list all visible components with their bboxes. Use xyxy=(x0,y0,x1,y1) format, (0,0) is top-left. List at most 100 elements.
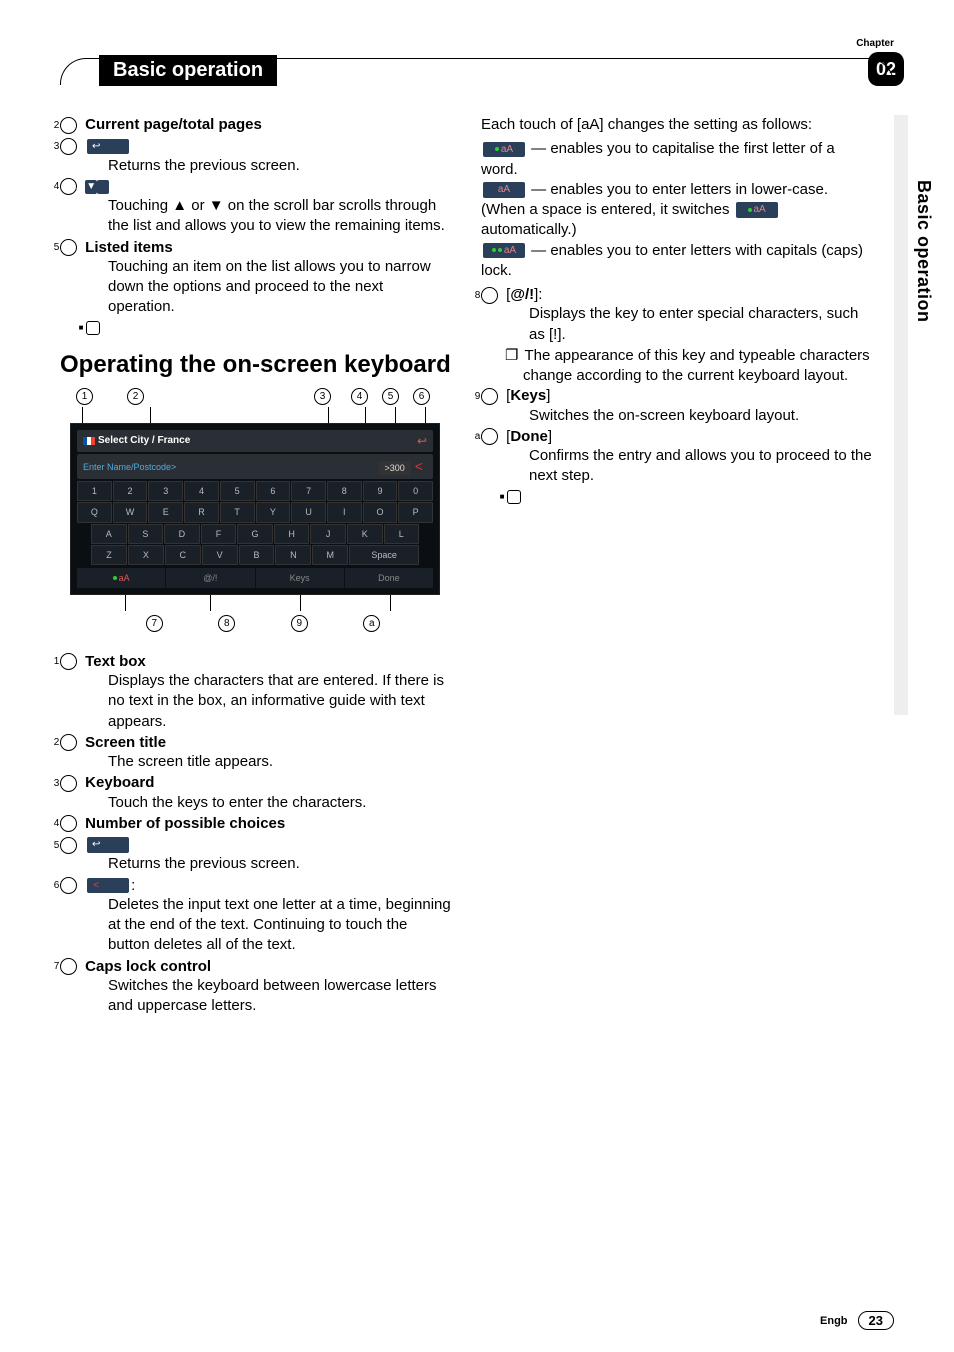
kb-key[interactable]: A xyxy=(91,524,127,544)
kb-key[interactable]: W xyxy=(113,502,148,522)
kb-key[interactable]: 6 xyxy=(256,481,291,501)
kb-done-key[interactable]: Done xyxy=(345,568,433,588)
caps-mode-icon: aA xyxy=(736,202,778,218)
kb-key[interactable]: 2 xyxy=(113,481,148,501)
kb-caps-key[interactable]: aA xyxy=(77,568,165,588)
back-icon: ↩ xyxy=(417,433,427,449)
keyboard-bottom-row: aA @/! Keys Done xyxy=(77,568,433,588)
keyboard-screenshot: 1 2 3 4 5 6 Se xyxy=(70,388,440,632)
callout-number: 6 xyxy=(60,877,77,894)
callout-number: 5 xyxy=(60,239,77,256)
text-input-placeholder: Enter Name/Postcode> xyxy=(83,461,176,473)
item-body: Displays the key to enter special charac… xyxy=(505,304,874,345)
kb-key[interactable]: N xyxy=(275,545,311,565)
footer-language: Engb xyxy=(820,1315,848,1327)
list-item: 4 Number of possible choices xyxy=(60,814,453,834)
list-item: a [Done] Confirms the entry and allows y… xyxy=(481,427,874,507)
kb-key[interactable]: C xyxy=(165,545,201,565)
kb-key[interactable]: 8 xyxy=(327,481,362,501)
caps-mode-icon: aA xyxy=(483,243,525,259)
kb-key[interactable]: D xyxy=(164,524,200,544)
kb-key[interactable]: X xyxy=(128,545,164,565)
callout-number: 8 xyxy=(218,615,235,632)
callout-number: 3 xyxy=(314,388,331,405)
callout-number: 2 xyxy=(60,734,77,751)
callout-number: 7 xyxy=(60,958,77,975)
kb-key[interactable]: M xyxy=(312,545,348,565)
kb-key[interactable]: 0 xyxy=(398,481,433,501)
kb-key[interactable]: I xyxy=(327,502,362,522)
kb-key[interactable]: T xyxy=(220,502,255,522)
kb-key[interactable]: 1 xyxy=(77,481,112,501)
back-icon: ↩ xyxy=(87,139,129,155)
list-item: 5 Listed items Touching an item on the l… xyxy=(60,238,453,338)
kb-key[interactable]: H xyxy=(274,524,310,544)
side-tab-label: Basic operation xyxy=(913,180,934,323)
kb-key[interactable]: P xyxy=(398,502,433,522)
kb-key[interactable]: J xyxy=(310,524,346,544)
kb-key[interactable]: R xyxy=(184,502,219,522)
kb-space-key[interactable]: Space xyxy=(349,545,419,565)
mode-item: aA — enables you to enter letters with c… xyxy=(481,241,874,282)
page-footer: Engb 23 xyxy=(820,1311,894,1330)
callout-number: 3 xyxy=(60,138,77,155)
backspace-icon: < xyxy=(87,878,129,894)
kb-key[interactable]: 4 xyxy=(184,481,219,501)
list-item: 2 Current page/total pages xyxy=(60,115,453,135)
header-rule: Basic operation xyxy=(60,58,894,85)
caps-mode-icon: aA xyxy=(483,182,525,198)
kb-key[interactable]: O xyxy=(363,502,398,522)
callout-number: 8 xyxy=(481,287,498,304)
callout-number: 1 xyxy=(76,388,93,405)
section-end-icon: ■ xyxy=(86,321,100,335)
kb-key[interactable]: U xyxy=(291,502,326,522)
keyboard-row: 1234567890 xyxy=(77,481,433,501)
side-tab-bg xyxy=(894,115,908,715)
callout-number: 9 xyxy=(291,615,308,632)
callout-number: 2 xyxy=(127,388,144,405)
item-title: Current page/total pages xyxy=(85,116,262,133)
kb-key[interactable]: 9 xyxy=(363,481,398,501)
item-title: Listed items xyxy=(85,239,173,256)
kb-key[interactable]: E xyxy=(148,502,183,522)
kb-key[interactable]: L xyxy=(384,524,420,544)
back-icon: ↩ xyxy=(87,837,129,853)
mode-item: aA — enables you to enter letters in low… xyxy=(481,180,874,241)
item-body: Switches the on-screen keyboard layout. xyxy=(505,406,874,426)
item-title: Number of possible choices xyxy=(85,815,285,832)
page-number: 23 xyxy=(858,1311,894,1330)
keyboard-row: ZXCVBNMSpace xyxy=(77,545,433,565)
screen-title: Select City / France xyxy=(98,435,190,446)
callout-number: a xyxy=(363,615,380,632)
kb-key[interactable]: K xyxy=(347,524,383,544)
list-item: 3 Keyboard Touch the keys to enter the c… xyxy=(60,773,453,813)
item-body: Returns the previous screen. xyxy=(84,854,453,874)
scroll-down-icon: ▼ xyxy=(97,180,109,194)
item-title: Keys xyxy=(510,387,546,404)
callout-number: 9 xyxy=(481,388,498,405)
kb-key[interactable]: F xyxy=(201,524,237,544)
right-column: Each touch of [aA] changes the setting a… xyxy=(481,115,874,1017)
item-title: Screen title xyxy=(85,734,166,751)
item-body: Confirms the entry and allows you to pro… xyxy=(505,446,874,487)
kb-key[interactable]: Y xyxy=(256,502,291,522)
kb-layout-key[interactable]: Keys xyxy=(256,568,344,588)
kb-key[interactable]: Z xyxy=(91,545,127,565)
kb-key[interactable]: Q xyxy=(77,502,112,522)
callout-number: 1 xyxy=(60,653,77,670)
item-body: Displays the characters that are entered… xyxy=(84,671,453,732)
list-item: 4 ▲▼ Touching ▲ or ▼ on the scroll bar s… xyxy=(60,177,453,237)
kb-key[interactable]: 3 xyxy=(148,481,183,501)
list-item: 5 ↩ Returns the previous screen. xyxy=(60,835,453,875)
keyboard-row: QWERTYUIOP xyxy=(77,502,433,522)
kb-key[interactable]: 5 xyxy=(220,481,255,501)
kb-key[interactable]: B xyxy=(239,545,275,565)
kb-key[interactable]: G xyxy=(237,524,273,544)
list-item: 3 ↩ Returns the previous screen. xyxy=(60,136,453,176)
kb-key[interactable]: S xyxy=(128,524,164,544)
kb-key[interactable]: 7 xyxy=(291,481,326,501)
kb-symbols-key[interactable]: @/! xyxy=(166,568,254,588)
flag-icon xyxy=(83,437,95,445)
chapter-label: Chapter xyxy=(856,38,894,49)
kb-key[interactable]: V xyxy=(202,545,238,565)
